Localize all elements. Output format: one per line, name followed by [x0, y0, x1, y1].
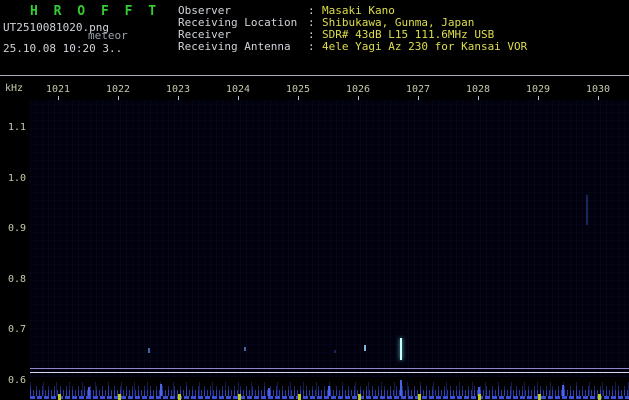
minute-mark: [538, 394, 541, 400]
hrofft-screen: H R O F F T UT2510081020.png meteor 25.1…: [0, 0, 629, 400]
x-tick-label: 1028: [465, 84, 491, 95]
spectrogram-plot: [30, 100, 629, 377]
x-tick-label: 1029: [525, 84, 551, 95]
minute-mark: [598, 394, 601, 400]
minute-mark: [298, 394, 301, 400]
y-tick-label: 0.9: [7, 223, 26, 235]
mode-label: meteor: [88, 29, 128, 42]
meteor-echo-mark: [586, 194, 588, 225]
header-divider: [0, 75, 629, 76]
meteor-echo-mark: [244, 347, 246, 352]
x-tick-label: 1025: [285, 84, 311, 95]
y-tick-label: 1.1: [7, 122, 26, 133]
meteor-echo-mark: [400, 337, 402, 360]
signal-spike: [268, 388, 270, 396]
signal-strip: [30, 377, 629, 400]
minute-mark: [58, 394, 61, 400]
signal-spike: [400, 380, 402, 396]
minute-mark: [118, 394, 121, 400]
info-label: Receiving Antenna: [178, 40, 291, 53]
y-tick-label: 0.6: [7, 375, 26, 386]
x-tick-label: 1024: [225, 84, 251, 95]
info-value: 4ele Yagi Az 230 for Kansai VOR: [322, 40, 528, 53]
minute-mark: [418, 394, 421, 400]
info-row-antenna: Receiving Antenna:4ele Yagi Az 230 for K…: [178, 41, 527, 53]
minute-mark: [178, 394, 181, 400]
x-tick-label: 1022: [105, 84, 131, 95]
level-line-white: [30, 372, 629, 373]
minute-mark: [238, 394, 241, 400]
y-tick-label: 0.8: [7, 273, 26, 285]
y-axis-unit: kHz: [5, 83, 24, 94]
x-tick-label: 1027: [405, 84, 431, 95]
minute-mark: [358, 394, 361, 400]
station-info: Observer: Masaki Kano Receiving Location:…: [178, 5, 527, 53]
y-tick-label: 0.7: [7, 324, 26, 336]
signal-spike: [88, 387, 90, 396]
y-tick-label: 1.0: [7, 172, 26, 184]
x-tick-label: 1026: [345, 84, 371, 95]
x-tick-label: 1023: [165, 84, 191, 95]
minute-mark: [478, 394, 481, 400]
timestamp: 25.10.08 10:20 3..: [3, 42, 123, 55]
x-tick-label: 1021: [45, 84, 71, 95]
x-tick-label: 1030: [585, 84, 611, 95]
meteor-echo-mark: [334, 349, 336, 353]
meteor-echo-mark: [148, 348, 150, 354]
signal-spike: [160, 384, 162, 396]
level-line-purple: [30, 368, 629, 369]
signal-spike: [562, 385, 564, 396]
app-title: H R O F F T: [30, 4, 161, 19]
signal-spike: [328, 386, 330, 396]
info-separator: :: [308, 40, 315, 53]
meteor-echo-mark: [364, 344, 366, 351]
